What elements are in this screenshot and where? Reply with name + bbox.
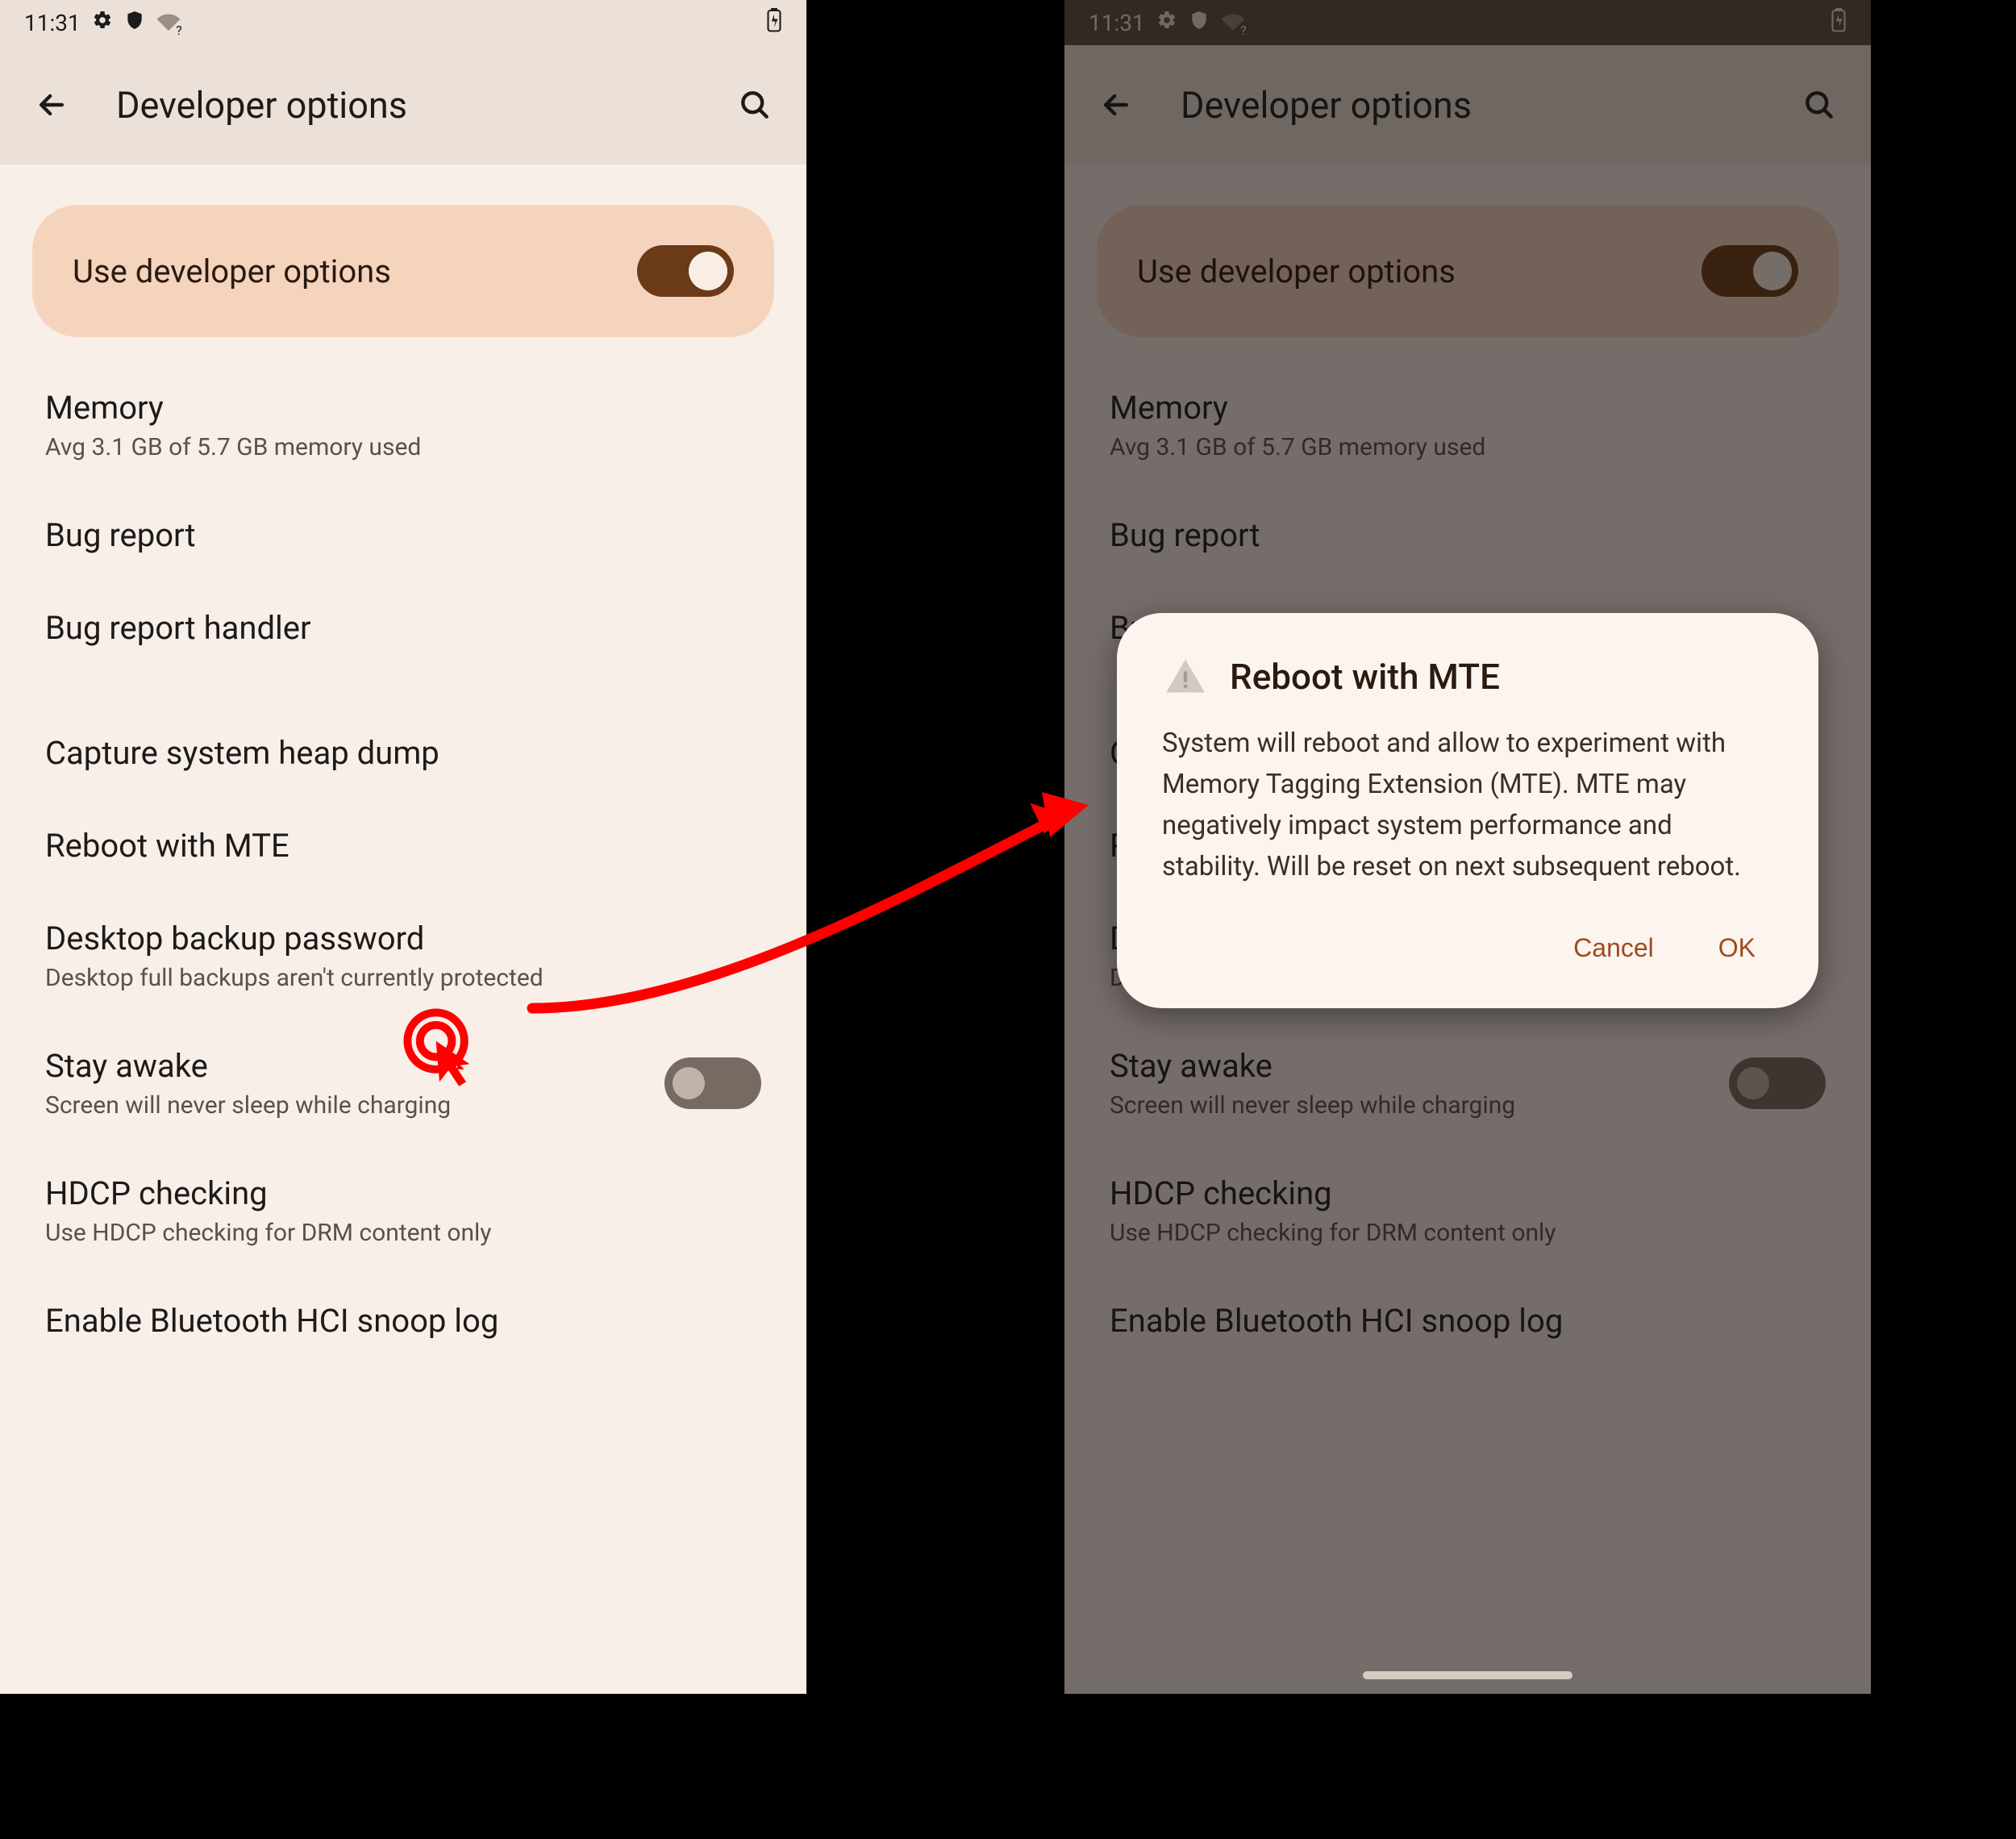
- reboot-mte-dialog: Reboot with MTE System will reboot and a…: [1117, 613, 1818, 1008]
- capture-heap-dump-title: Capture system heap dump: [45, 734, 761, 772]
- bug-report-handler-item[interactable]: Bug report handler: [0, 582, 806, 674]
- bluetooth-hci-snoop-title: Enable Bluetooth HCI snoop log: [45, 1302, 761, 1340]
- capture-heap-dump-item[interactable]: Capture system heap dump: [0, 707, 806, 799]
- hdcp-checking-item[interactable]: HDCP checking Use HDCP checking for DRM …: [0, 1147, 806, 1274]
- memory-subtitle: Avg 3.1 GB of 5.7 GB memory used: [45, 433, 761, 461]
- use-developer-options-switch[interactable]: [637, 245, 734, 297]
- app-bar: Developer options: [0, 45, 806, 165]
- back-button[interactable]: [19, 73, 84, 137]
- memory-title: Memory: [45, 389, 761, 427]
- reboot-with-mte-item[interactable]: Reboot with MTE: [0, 799, 806, 892]
- page-title: Developer options: [116, 84, 723, 127]
- stay-awake-switch[interactable]: [664, 1057, 761, 1109]
- desktop-backup-password-item[interactable]: Desktop backup password Desktop full bac…: [0, 892, 806, 1020]
- bluetooth-hci-snoop-item[interactable]: Enable Bluetooth HCI snoop log: [0, 1274, 806, 1367]
- bug-report-handler-title: Bug report handler: [45, 609, 761, 647]
- hdcp-checking-title: HDCP checking: [45, 1174, 761, 1212]
- settings-list: Use developer options Memory Avg 3.1 GB …: [0, 165, 806, 1367]
- stay-awake-title: Stay awake: [45, 1047, 664, 1085]
- status-bar: 11:31 ?: [0, 0, 806, 45]
- use-developer-options-label: Use developer options: [73, 252, 637, 290]
- settings-gear-icon: [92, 10, 113, 36]
- shield-icon: [124, 10, 145, 36]
- reboot-with-mte-title: Reboot with MTE: [45, 827, 761, 865]
- phone-screen-left: 11:31 ? Devel: [0, 0, 806, 1694]
- dialog-ok-button[interactable]: OK: [1710, 920, 1764, 976]
- desktop-backup-password-title: Desktop backup password: [45, 920, 761, 957]
- bug-report-title: Bug report: [45, 516, 761, 554]
- stay-awake-item[interactable]: Stay awake Screen will never sleep while…: [0, 1020, 806, 1147]
- status-time: 11:31: [24, 10, 81, 36]
- dialog-title: Reboot with MTE: [1230, 656, 1500, 698]
- dialog-cancel-button[interactable]: Cancel: [1565, 920, 1662, 976]
- phone-screen-right: 11:31 ? Devel: [1064, 0, 1871, 1694]
- use-developer-options-row[interactable]: Use developer options: [32, 205, 774, 337]
- search-button[interactable]: [723, 73, 787, 137]
- dialog-body: System will reboot and allow to experime…: [1162, 723, 1773, 888]
- wifi-unknown-icon: ?: [156, 10, 181, 36]
- bug-report-item[interactable]: Bug report: [0, 489, 806, 582]
- desktop-backup-password-subtitle: Desktop full backups aren't currently pr…: [45, 964, 761, 992]
- stay-awake-subtitle: Screen will never sleep while charging: [45, 1091, 664, 1120]
- warning-icon: [1162, 653, 1209, 700]
- battery-icon: [766, 8, 782, 38]
- gesture-nav-handle[interactable]: [1363, 1671, 1572, 1679]
- memory-item[interactable]: Memory Avg 3.1 GB of 5.7 GB memory used: [0, 361, 806, 489]
- hdcp-checking-subtitle: Use HDCP checking for DRM content only: [45, 1219, 761, 1247]
